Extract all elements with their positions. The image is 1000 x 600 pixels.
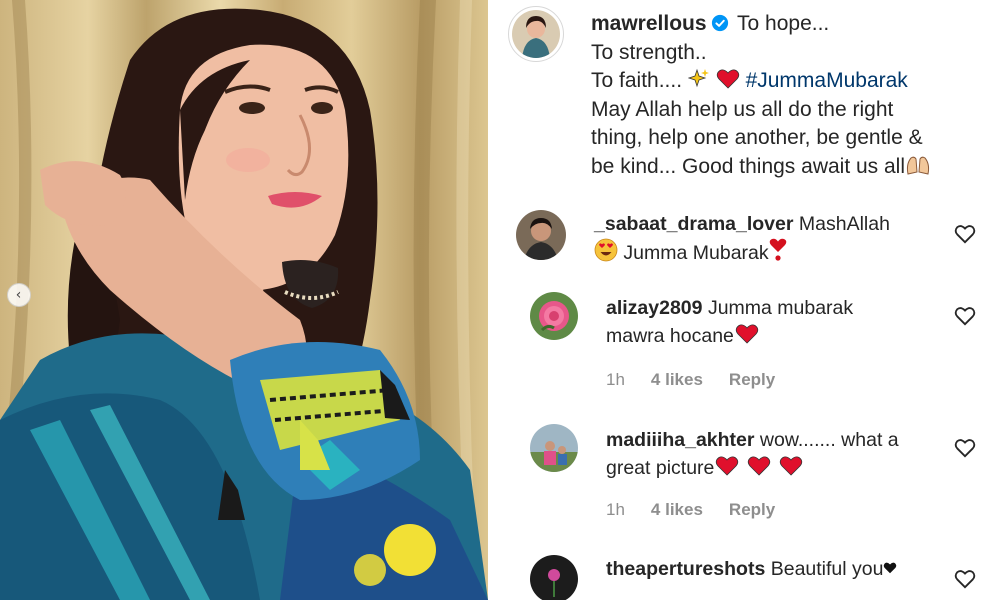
caption-line-1: To hope... bbox=[737, 12, 830, 35]
caption-line-2: To strength.. bbox=[591, 40, 707, 64]
commenter-avatar-image bbox=[530, 555, 578, 600]
commenter-avatar-image bbox=[530, 424, 578, 472]
woman-portrait-illustration bbox=[0, 0, 488, 600]
commenter-username[interactable]: alizay2809 bbox=[606, 297, 703, 319]
author-avatar[interactable] bbox=[508, 6, 564, 62]
commenter-username[interactable]: _sabaat_drama_lover bbox=[594, 213, 793, 235]
commenter-avatar-image bbox=[516, 210, 566, 260]
like-heart-icon[interactable] bbox=[954, 569, 976, 589]
like-heart-icon[interactable] bbox=[954, 224, 976, 244]
comments-panel: mawrellous To hope... To strength.. To f… bbox=[488, 0, 1000, 600]
comment-likes[interactable]: 4 likes bbox=[651, 500, 703, 520]
verified-badge-icon bbox=[711, 14, 728, 32]
red-heart-icon bbox=[748, 456, 771, 476]
comment-text: Beautiful you bbox=[770, 558, 884, 580]
heart-eyes-emoji-icon bbox=[594, 238, 618, 262]
author-avatar-image bbox=[512, 10, 560, 58]
commenter-avatar[interactable] bbox=[530, 292, 578, 340]
comment-text: Jumma mubarak bbox=[707, 297, 854, 319]
comment-time: 1h bbox=[606, 370, 625, 389]
commenter-avatar-image bbox=[530, 292, 578, 340]
comment-text-line2: Jumma Mubarak bbox=[623, 242, 769, 264]
commenter-username[interactable]: madiiiha_akhter bbox=[606, 429, 754, 451]
commenter-avatar[interactable] bbox=[530, 555, 578, 600]
commenter-avatar[interactable] bbox=[530, 424, 578, 472]
red-heart-icon bbox=[780, 456, 803, 476]
post-caption: mawrellous To hope... To strength.. To f… bbox=[591, 10, 981, 181]
reply-button[interactable]: Reply bbox=[729, 370, 775, 390]
comment-text-line2: great picture bbox=[606, 457, 715, 479]
reply-button[interactable]: Reply bbox=[729, 500, 775, 520]
black-heart-icon bbox=[884, 562, 897, 574]
comment-text: MashAllah bbox=[798, 213, 890, 235]
like-heart-icon[interactable] bbox=[954, 438, 976, 458]
chevron-left-icon: ‹ bbox=[15, 287, 22, 303]
author-username[interactable]: mawrellous bbox=[591, 12, 707, 35]
comment-likes[interactable]: 4 likes bbox=[651, 370, 703, 390]
sparkles-icon bbox=[687, 68, 709, 88]
comment-meta: 1h 4 likes Reply bbox=[606, 370, 775, 390]
red-heart-icon bbox=[735, 324, 759, 344]
comment-text: wow....... what a bbox=[759, 429, 899, 451]
caption-line-4: May Allah help us all do the right bbox=[591, 97, 894, 121]
comment-meta: 1h 4 likes Reply bbox=[606, 500, 775, 520]
carousel-prev-button[interactable]: ‹ bbox=[7, 283, 31, 307]
praying-hands-icon bbox=[906, 156, 930, 175]
commenter-avatar[interactable] bbox=[516, 210, 566, 260]
commenter-username[interactable]: theapertureshots bbox=[606, 558, 765, 580]
caption-line-3: To faith.... bbox=[591, 69, 683, 92]
post-photo[interactable]: ‹ bbox=[0, 0, 488, 600]
like-heart-icon[interactable] bbox=[954, 306, 976, 326]
red-heart-icon bbox=[716, 456, 739, 476]
heart-exclamation-icon bbox=[769, 238, 786, 261]
comment-text-line2: mawra hocane bbox=[606, 325, 734, 347]
caption-line-5: thing, help one another, be gentle & bbox=[591, 126, 923, 149]
comment-time: 1h bbox=[606, 500, 625, 519]
caption-line-6: be kind... Good things await us all bbox=[591, 154, 906, 178]
hashtag-link[interactable]: #JummaMubarak bbox=[746, 69, 908, 92]
red-heart-icon bbox=[716, 69, 739, 89]
